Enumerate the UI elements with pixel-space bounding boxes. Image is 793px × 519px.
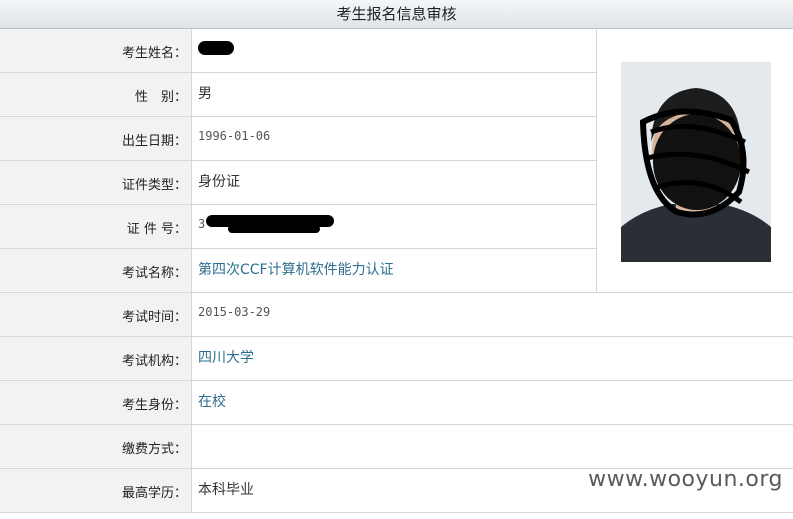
field-label-education: 最高学历： (0, 469, 192, 512)
table-row-birthdate: 出生日期： 1996-01-06 (0, 117, 596, 161)
redaction-mark (198, 41, 234, 55)
field-value-candidate-status: 在校 (198, 394, 226, 410)
field-value-id-type: 身份证 (198, 174, 240, 190)
table-row-payment-method: 缴费方式： (0, 425, 793, 469)
field-label-id-number: 证 件 号： (0, 205, 192, 248)
field-label-name: 考生姓名： (0, 29, 192, 72)
candidate-photo (621, 62, 771, 262)
table-row-candidate-status: 考生身份： 在校 (0, 381, 793, 425)
field-label-payment-method: 缴费方式： (0, 425, 192, 468)
table-row-id-number: 证 件 号： 3 (0, 205, 596, 249)
field-label-id-type: 证件类型： (0, 161, 192, 204)
table-row-exam-institution: 考试机构： 四川大学 (0, 337, 793, 381)
field-value-education: 本科毕业 (198, 482, 254, 498)
table-row-id-type: 证件类型： 身份证 (0, 161, 596, 205)
table-row-gender: 性 别： 男 (0, 73, 596, 117)
field-value-exam-time: 2015-03-29 (198, 305, 271, 319)
field-label-candidate-status: 考生身份： (0, 381, 192, 424)
field-label-exam-name: 考试名称： (0, 249, 192, 292)
field-value-gender: 男 (198, 86, 212, 102)
field-value-birthdate: 1996-01-06 (198, 129, 271, 143)
photo-cell (596, 29, 793, 293)
table-row-name: 考生姓名： (0, 29, 596, 73)
watermark-text: www.wooyun.org (588, 467, 783, 492)
field-label-birthdate: 出生日期： (0, 117, 192, 160)
table-row-exam-time: 考试时间： 2015-03-29 (0, 293, 793, 337)
page-title: 考生报名信息审核 (0, 0, 793, 29)
field-label-exam-institution: 考试机构： (0, 337, 192, 380)
field-value-id-number: 3 (198, 217, 206, 231)
field-label-exam-time: 考试时间： (0, 293, 192, 336)
table-row-exam-name: 考试名称： 第四次CCF计算机软件能力认证 (0, 249, 596, 293)
field-value-exam-institution: 四川大学 (198, 350, 254, 366)
redaction-mark (228, 225, 320, 233)
candidate-photo-image (621, 62, 771, 262)
field-value-exam-name: 第四次CCF计算机软件能力认证 (198, 262, 394, 278)
field-label-gender: 性 别： (0, 73, 192, 116)
